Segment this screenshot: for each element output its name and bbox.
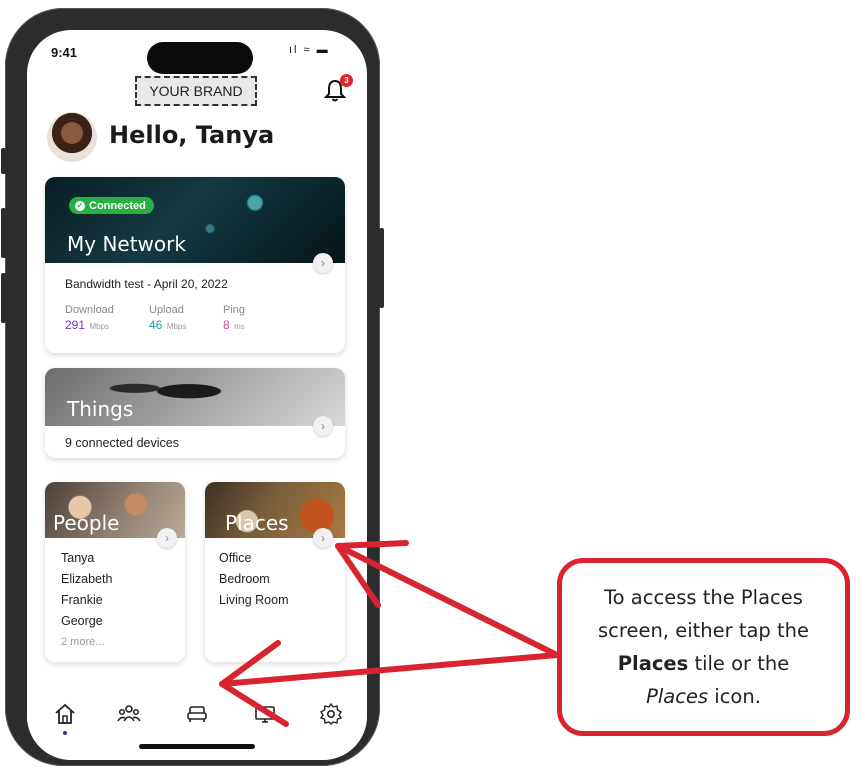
avatar[interactable]: [47, 112, 97, 162]
status-icons: ıl ≈ ▬: [289, 44, 330, 56]
upload-unit: Mbps: [166, 322, 187, 331]
callout-box: To access the Places screen, either tap …: [557, 558, 850, 736]
phone-screen: 9:41 ıl ≈ ▬ YOUR BRAND 3 Hello, Tanya ✓ …: [27, 30, 367, 760]
dynamic-island: [147, 42, 253, 74]
brand-logo: YOUR BRAND: [135, 76, 257, 106]
chevron-right-icon[interactable]: ›: [157, 528, 177, 548]
more-people-link[interactable]: 2 more...: [61, 632, 112, 653]
volume-up-button: [1, 208, 6, 258]
list-item: Office: [219, 551, 252, 565]
my-network-title: My Network: [67, 232, 186, 256]
list-item: Tanya: [61, 551, 95, 565]
things-card[interactable]: Things › 9 connected devices: [45, 368, 345, 458]
people-list: Tanya Elizabeth Frankie George 2 more...: [61, 548, 112, 653]
callout-line-2: screen, either tap the: [597, 619, 810, 642]
callout-line-4: Places icon.: [646, 680, 761, 713]
settings-icon[interactable]: [319, 702, 343, 726]
list-item: Elizabeth: [61, 572, 113, 586]
callout-line-1: To access the Places: [604, 586, 803, 609]
chevron-right-icon[interactable]: ›: [313, 528, 333, 548]
things-icon[interactable]: [253, 702, 277, 726]
things-subtitle: 9 connected devices: [65, 436, 179, 450]
phone-frame: 9:41 ıl ≈ ▬ YOUR BRAND 3 Hello, Tanya ✓ …: [1, 8, 384, 766]
ping-unit: ms: [234, 322, 245, 331]
status-time: 9:41: [51, 45, 78, 60]
places-list: Office Bedroom Living Room: [219, 548, 288, 611]
places-icon[interactable]: [185, 702, 209, 726]
callout-line-3: Places tile or the: [618, 647, 790, 680]
bandwidth-section: Bandwidth test - April 20, 2022: [65, 277, 228, 291]
volume-down-button: [1, 273, 6, 323]
upload-value: 46: [149, 318, 163, 332]
list-item: Frankie: [61, 593, 103, 607]
chevron-right-icon[interactable]: ›: [313, 416, 333, 436]
upload-stat: Upload 46 Mbps: [149, 304, 186, 334]
greeting-title: Hello, Tanya: [109, 121, 275, 149]
my-network-card[interactable]: ✓ Connected My Network › Bandwidth test …: [45, 177, 345, 353]
home-icon[interactable]: [53, 702, 77, 726]
mute-switch: [1, 148, 6, 174]
places-title: Places: [225, 511, 289, 535]
places-card[interactable]: Places › Office Bedroom Living Room: [205, 482, 345, 662]
list-item: Living Room: [219, 593, 289, 607]
people-icon[interactable]: [117, 702, 141, 726]
download-stat: Download 291 Mbps: [65, 304, 114, 334]
people-card[interactable]: People › Tanya Elizabeth Frankie George …: [45, 482, 185, 662]
things-title: Things: [67, 397, 134, 421]
home-indicator[interactable]: [139, 744, 255, 749]
connected-label: Connected: [89, 199, 146, 212]
callout-places-bold: Places: [617, 652, 689, 675]
download-unit: Mbps: [89, 322, 110, 331]
download-label: Download: [65, 304, 114, 316]
ping-stat: Ping 8 ms: [223, 304, 245, 334]
ping-value: 8: [223, 318, 230, 332]
list-item: Bedroom: [219, 572, 270, 586]
upload-label: Upload: [149, 304, 184, 316]
callout-line-4-rest: icon.: [708, 685, 761, 708]
notification-badge: 3: [340, 74, 353, 87]
callout-places-italic: Places: [646, 685, 709, 708]
bandwidth-title: Bandwidth test - April 20, 2022: [65, 277, 228, 291]
chevron-right-icon[interactable]: ›: [313, 253, 333, 273]
download-value: 291: [65, 318, 86, 332]
people-title: People: [53, 511, 120, 535]
callout-line-3-rest: tile or the: [688, 652, 790, 675]
connected-badge: ✓ Connected: [69, 197, 154, 214]
active-tab-indicator: [63, 731, 67, 735]
ping-label: Ping: [223, 304, 246, 316]
check-icon: ✓: [75, 200, 85, 211]
list-item: George: [61, 614, 103, 628]
side-button: [379, 228, 384, 308]
